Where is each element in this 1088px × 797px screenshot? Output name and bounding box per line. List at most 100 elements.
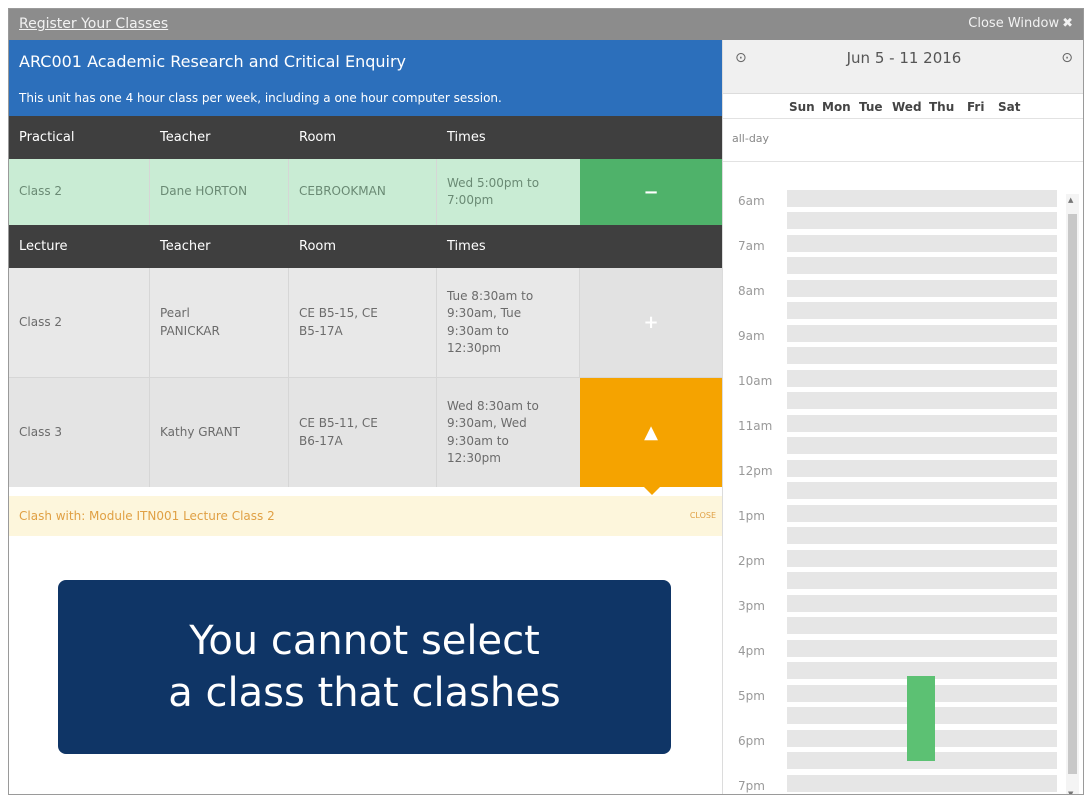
class-name: Class 3	[19, 424, 63, 439]
clash-callout-banner: You cannot select a class that clashes	[58, 580, 671, 754]
calendar-hour-slot[interactable]: 5pm	[723, 685, 1063, 730]
half-hour-slot	[787, 640, 1057, 657]
clash-message: Clash with: Module ITN001 Lecture Class …	[19, 509, 275, 523]
half-hour-slot	[787, 572, 1057, 589]
close-window-button[interactable]: Close Window ✖	[968, 16, 1073, 31]
calendar-day-headers: Sun Mon Tue Wed Thu Fri Sat	[723, 94, 1083, 119]
day-header-mon: Mon	[822, 100, 851, 114]
teacher-name: Dane HORTON	[160, 184, 248, 199]
clash-pointer	[643, 486, 661, 495]
scroll-down-icon[interactable]: ▼	[1068, 790, 1073, 794]
half-hour-slot	[787, 550, 1057, 567]
clash-notice: Clash with: Module ITN001 Lecture Class …	[9, 496, 722, 536]
calendar-hour-slot[interactable]: 6am	[723, 190, 1063, 235]
calendar-date-range: Jun 5 - 11 2016	[846, 49, 962, 67]
table-row-lecture-class-3[interactable]: Class 3 Kathy GRANT CE B5-11, CE B6-17A …	[9, 378, 722, 495]
window-title: Register Your Classes	[19, 16, 169, 32]
calendar-scrollbar[interactable]: ▲ ▼	[1066, 194, 1079, 794]
half-hour-slot	[787, 190, 1057, 207]
column-header-room: Room	[299, 130, 337, 145]
unit-title: ARC001 Academic Research and Critical En…	[19, 52, 406, 71]
calendar-hour-slot[interactable]: 4pm	[723, 640, 1063, 685]
scroll-up-icon[interactable]: ▲	[1068, 196, 1073, 204]
window-titlebar: Register Your Classes Close Window ✖	[9, 9, 1083, 40]
banner-line-2: a class that clashes	[168, 670, 561, 716]
calendar-hour-slot[interactable]: 9am	[723, 325, 1063, 370]
calendar-allday-row: all-day	[723, 120, 1083, 162]
table-row-practical-class-2[interactable]: Class 2 Dane HORTON CEBROOKMAN Wed 5:00p…	[9, 159, 722, 225]
class-times: Wed 8:30am to 9:30am, Wed 9:30am to 12:3…	[447, 398, 539, 465]
calendar-hour-slot[interactable]: 6pm	[723, 730, 1063, 775]
day-header-sun: Sun	[789, 100, 815, 114]
calendar-hour-slot[interactable]: 11am	[723, 415, 1063, 460]
hour-label: 11am	[738, 419, 773, 433]
calendar-hour-slot[interactable]: 8am	[723, 280, 1063, 325]
calendar-event-practical[interactable]	[907, 676, 935, 761]
clash-close-button[interactable]: CLOSE	[690, 511, 716, 520]
half-hour-slot	[787, 527, 1057, 544]
day-header-fri: Fri	[967, 100, 985, 114]
table-row-lecture-class-2[interactable]: Class 2 Pearl PANICKAR CE B5-15, CE B5-1…	[9, 268, 722, 378]
teacher-name: Kathy GRANT	[160, 424, 240, 439]
hour-label: 6am	[738, 194, 765, 208]
close-icon: ✖	[1062, 16, 1073, 31]
day-header-tue: Tue	[859, 100, 883, 114]
allday-label: all-day	[732, 132, 770, 145]
register-classes-window: Register Your Classes Close Window ✖ ARC0…	[8, 8, 1084, 795]
lecture-table-header: Lecture Teacher Room Times	[9, 225, 722, 268]
half-hour-slot	[787, 280, 1057, 297]
half-hour-slot	[787, 392, 1057, 409]
half-hour-slot	[787, 595, 1057, 612]
banner-line-1: You cannot select	[189, 618, 540, 664]
half-hour-slot	[787, 482, 1057, 499]
half-hour-slot	[787, 437, 1057, 454]
calendar-hour-slot[interactable]: 7pm	[723, 775, 1063, 794]
hour-label: 2pm	[738, 554, 765, 568]
add-class-button[interactable]: +	[580, 268, 722, 377]
half-hour-slot	[787, 617, 1057, 634]
column-header-teacher: Teacher	[160, 130, 211, 145]
hour-label: 12pm	[738, 464, 773, 478]
column-header-times: Times	[447, 130, 486, 145]
half-hour-slot	[787, 775, 1057, 792]
hour-label: 4pm	[738, 644, 765, 658]
column-header-practical: Practical	[19, 130, 75, 145]
practical-table-header: Practical Teacher Room Times	[9, 116, 722, 159]
class-times: Wed 5:00pm to 7:00pm	[447, 175, 540, 207]
hour-label: 3pm	[738, 599, 765, 613]
column-header-times: Times	[447, 239, 486, 254]
unit-description: This unit has one 4 hour class per week,…	[19, 91, 502, 105]
half-hour-slot	[787, 257, 1057, 274]
class-list-panel: ARC001 Academic Research and Critical En…	[9, 40, 722, 794]
hour-label: 7pm	[738, 779, 765, 793]
class-name: Class 2	[19, 184, 63, 199]
half-hour-slot	[787, 302, 1057, 319]
week-calendar: ⊙ Jun 5 - 11 2016 ⊙ Sun Mon Tue Wed Thu …	[722, 40, 1083, 794]
hour-label: 1pm	[738, 509, 765, 523]
column-header-room: Room	[299, 239, 337, 254]
remove-class-button[interactable]: −	[580, 159, 722, 225]
calendar-hour-slot[interactable]: 3pm	[723, 595, 1063, 640]
day-header-thu: Thu	[929, 100, 955, 114]
room-name: CEBROOKMAN	[299, 184, 386, 199]
scrollbar-thumb[interactable]	[1068, 214, 1077, 774]
half-hour-slot	[787, 415, 1057, 432]
calendar-hour-slot[interactable]: 12pm	[723, 460, 1063, 505]
half-hour-slot	[787, 235, 1057, 252]
hour-label: 5pm	[738, 689, 765, 703]
calendar-hour-slot[interactable]: 10am	[723, 370, 1063, 415]
next-week-icon[interactable]: ⊙	[1061, 50, 1073, 66]
calendar-hour-slot[interactable]: 1pm	[723, 505, 1063, 550]
warning-icon[interactable]: ▲	[580, 378, 722, 487]
half-hour-slot	[787, 505, 1057, 522]
calendar-time-grid: 6am 7am 8am 9am 10am 11am 12pm 1pm 2pm 3pm 4pm 5pm 6…	[723, 190, 1083, 794]
half-hour-slot	[787, 212, 1057, 229]
calendar-hour-slot[interactable]: 7am	[723, 235, 1063, 280]
hour-label: 7am	[738, 239, 765, 253]
class-times: Tue 8:30am to 9:30am, Tue 9:30am to 12:3…	[447, 288, 534, 355]
teacher-name: Pearl PANICKAR	[160, 306, 220, 338]
half-hour-slot	[787, 347, 1057, 364]
day-header-sat: Sat	[998, 100, 1021, 114]
calendar-hour-slot[interactable]: 2pm	[723, 550, 1063, 595]
hour-label: 8am	[738, 284, 765, 298]
